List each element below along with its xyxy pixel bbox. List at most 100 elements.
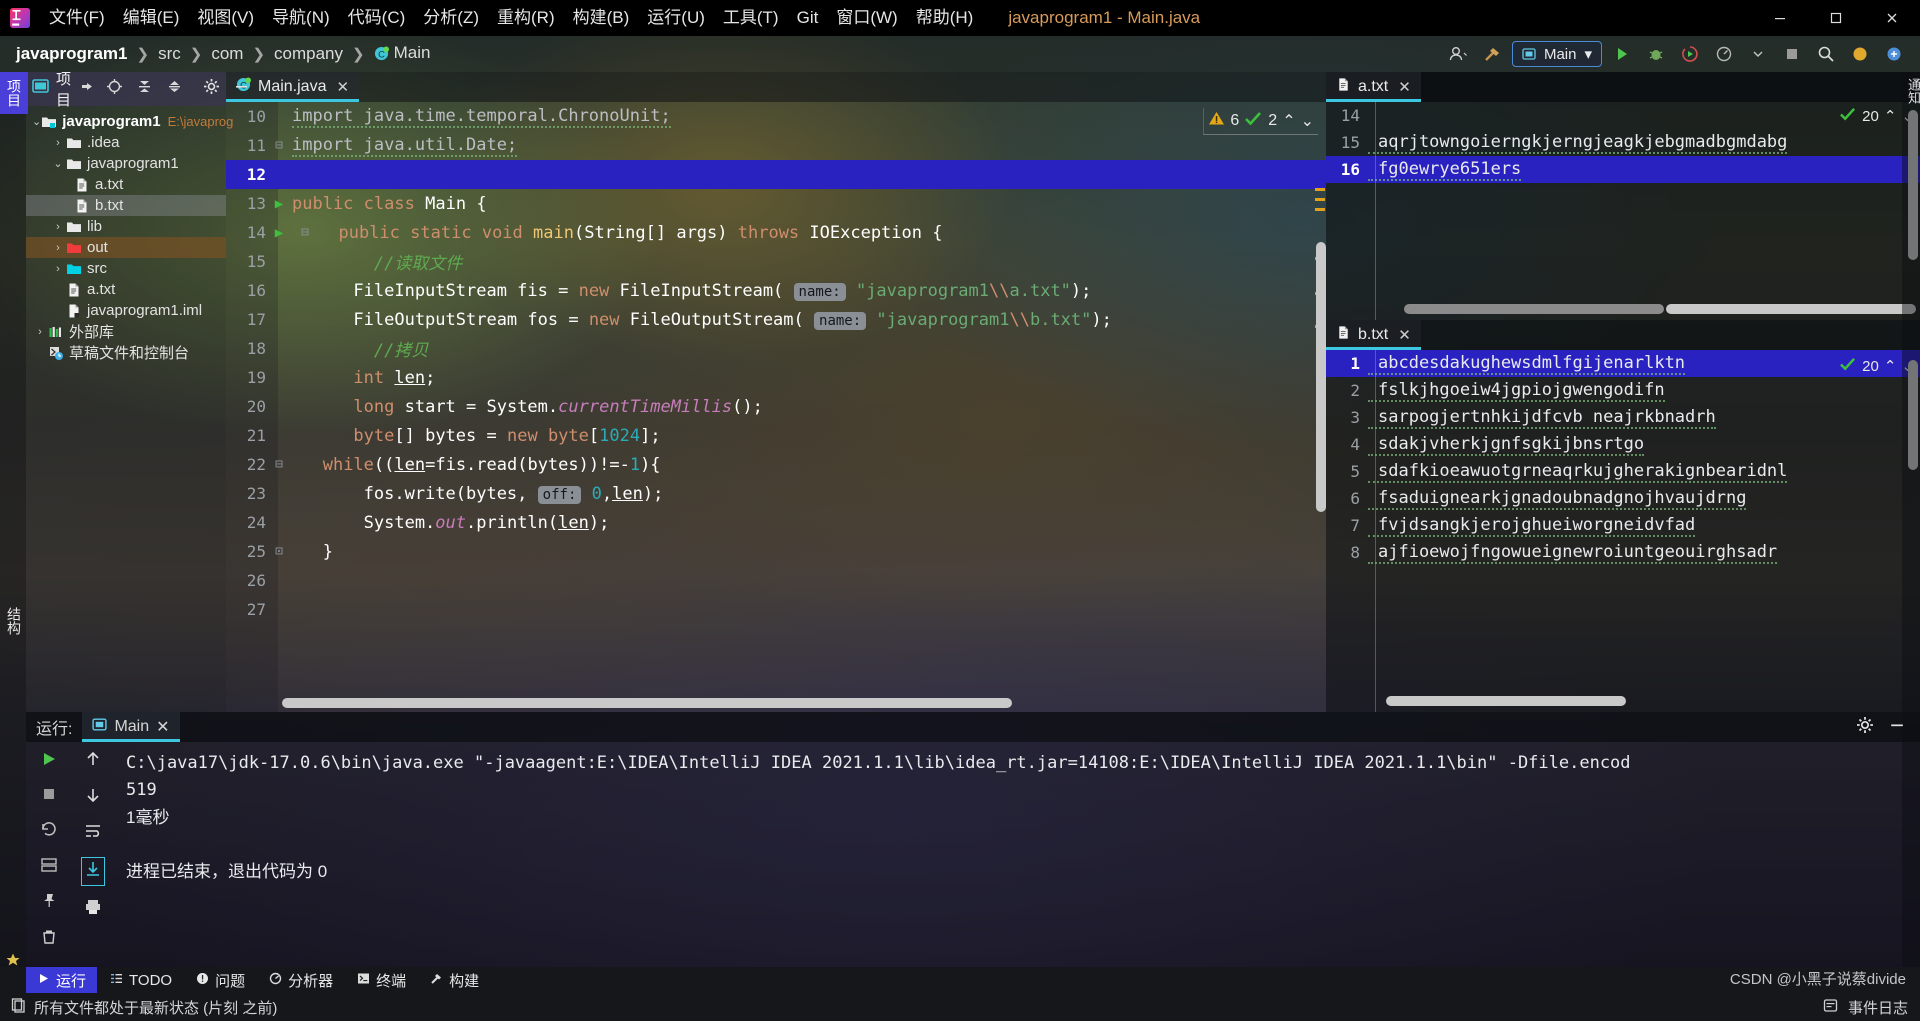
chevron-right-icon[interactable]: › xyxy=(50,263,66,275)
pin-icon[interactable] xyxy=(40,892,58,915)
editor-tab-b-txt[interactable]: b.txt ✕ xyxy=(1326,320,1421,350)
run-tab-main[interactable]: Main ✕ xyxy=(82,712,180,742)
previous-problem-icon[interactable]: ⌃ xyxy=(1884,107,1897,125)
menu-build[interactable]: 构建(B) xyxy=(564,0,639,36)
build-hammer-icon[interactable] xyxy=(1478,41,1506,67)
fold-marker[interactable]: ⊟ xyxy=(266,138,292,153)
trash-icon[interactable] xyxy=(40,928,58,951)
menu-refactor[interactable]: 重构(R) xyxy=(488,0,564,36)
profile-button[interactable] xyxy=(1710,41,1738,67)
event-log-label[interactable]: 事件日志 xyxy=(1848,997,1908,1018)
search-icon[interactable] xyxy=(1812,41,1840,67)
bottom-tab-build[interactable]: 构建 xyxy=(419,967,490,993)
tree-item-external-libraries[interactable]: › 外部库 xyxy=(26,321,226,342)
breadcrumb-item-company[interactable]: company xyxy=(272,44,345,64)
bottom-tab-terminal[interactable]: 终端 xyxy=(346,967,417,993)
chevron-right-icon[interactable]: › xyxy=(50,242,66,254)
bottom-tab-todo[interactable]: TODO xyxy=(99,967,183,993)
run-gutter-icon[interactable]: ▶ xyxy=(266,196,292,212)
rerun-icon[interactable] xyxy=(40,750,58,773)
scroll-down-icon[interactable] xyxy=(84,786,102,809)
menu-window[interactable]: 窗口(W) xyxy=(827,0,906,36)
tree-item-a-txt-root[interactable]: a.txt xyxy=(26,279,226,300)
menu-view[interactable]: 视图(V) xyxy=(188,0,263,36)
hide-panel-icon[interactable] xyxy=(1888,716,1906,739)
bottom-tab-problems[interactable]: 问题 xyxy=(185,967,256,993)
breadcrumb-item-com[interactable]: com xyxy=(209,44,245,64)
tree-item-src[interactable]: › src xyxy=(26,258,226,279)
tree-item-out[interactable]: › out xyxy=(26,237,226,258)
user-avatar-icon[interactable] xyxy=(1444,41,1472,67)
bottom-tab-run[interactable]: 运行 xyxy=(26,967,98,993)
stop-button[interactable] xyxy=(1778,41,1806,67)
breadcrumb-item-project[interactable]: javaprogram1 xyxy=(14,44,130,64)
stop-icon[interactable] xyxy=(41,786,57,807)
layout-icon[interactable] xyxy=(40,856,58,879)
tree-item-lib[interactable]: › lib xyxy=(26,216,226,237)
run-button[interactable] xyxy=(1608,41,1636,67)
chevron-down-icon[interactable]: ⌄ xyxy=(50,157,66,170)
hide-panel-icon[interactable] xyxy=(233,78,250,100)
atxt-horizontal-scrollbar[interactable] xyxy=(1404,304,1664,314)
previous-problem-icon[interactable]: ⌃ xyxy=(1282,111,1295,131)
tool-tab-notifications[interactable]: 通知 xyxy=(1902,72,1920,110)
btxt-body[interactable]: 1 abcdesdakughewsdmlfgijenarlktn 2 fslkj… xyxy=(1326,350,1920,712)
collapse-all-icon[interactable] xyxy=(166,78,183,100)
atxt-horizontal-scrollbar-thumb[interactable] xyxy=(1666,304,1916,314)
expand-all-icon[interactable] xyxy=(136,78,153,100)
run-configuration-selector[interactable]: Main ▾ xyxy=(1511,41,1602,67)
tree-item-a-txt-inner[interactable]: a.txt xyxy=(26,174,226,195)
close-button[interactable] xyxy=(1864,0,1920,36)
menu-tools[interactable]: 工具(T) xyxy=(714,0,788,36)
atxt-body[interactable]: 14 15 aqrjtowngoierngkjerngjeagkjebgmadb… xyxy=(1326,102,1920,320)
tree-item-scratches[interactable]: 草稿文件和控制台 xyxy=(26,342,226,363)
next-problem-icon[interactable]: ⌄ xyxy=(1301,111,1314,131)
rerun-failed-icon[interactable] xyxy=(40,820,58,843)
inspection-widget[interactable]: 6 2 ⌃ ⌄ xyxy=(1203,108,1318,135)
tree-item-iml[interactable]: javaprogram1.iml xyxy=(26,300,226,321)
close-icon[interactable]: ✕ xyxy=(1398,78,1411,96)
breadcrumb-item-main[interactable]: C Main xyxy=(372,43,433,66)
editor-tab-a-txt[interactable]: a.txt ✕ xyxy=(1326,72,1421,102)
console-output[interactable]: C:\java17\jdk-17.0.6\bin\java.exe "-java… xyxy=(114,742,1920,981)
print-icon[interactable] xyxy=(84,898,102,921)
tool-tab-structure[interactable]: 结构 xyxy=(0,600,28,642)
tree-item-b-txt[interactable]: b.txt xyxy=(26,195,226,216)
run-gutter-icon[interactable]: ▶ xyxy=(266,225,292,241)
gear-icon[interactable] xyxy=(203,78,220,100)
tool-tab-project[interactable]: 项目 xyxy=(0,72,28,114)
editor-horizontal-scrollbar[interactable] xyxy=(282,698,1012,708)
menu-code[interactable]: 代码(C) xyxy=(339,0,415,36)
tree-item-javaprogram1[interactable]: ⌄ javaprogram1 E:\javaprog xyxy=(26,111,233,132)
chevron-right-icon[interactable]: › xyxy=(50,137,66,149)
plugin-icon[interactable] xyxy=(1880,41,1908,67)
fold-marker[interactable]: ⊟ xyxy=(266,457,292,472)
scroll-to-end-icon[interactable] xyxy=(81,857,105,886)
run-with-coverage-button[interactable] xyxy=(1676,41,1704,67)
previous-problem-icon[interactable]: ⌃ xyxy=(1884,357,1897,375)
close-icon[interactable]: ✕ xyxy=(1398,326,1411,344)
chevron-right-icon[interactable]: › xyxy=(32,326,48,338)
tree-item-idea[interactable]: › .idea xyxy=(26,132,226,153)
gear-icon[interactable] xyxy=(1856,716,1874,739)
chevron-right-icon[interactable]: › xyxy=(50,221,66,233)
editor-vertical-scrollbar[interactable] xyxy=(1316,242,1326,512)
chevron-down-icon[interactable]: ⌄ xyxy=(32,115,41,128)
locate-file-icon[interactable] xyxy=(106,78,123,100)
bottom-tab-profiler[interactable]: 分析器 xyxy=(258,967,344,993)
code-area[interactable]: 10 import java.time.temporal.ChronoUnit;… xyxy=(226,102,1326,712)
soft-wrap-icon[interactable] xyxy=(84,822,102,845)
menu-file[interactable]: 文件(F) xyxy=(40,0,114,36)
updates-icon[interactable] xyxy=(1846,41,1874,67)
debug-button[interactable] xyxy=(1642,41,1670,67)
close-icon[interactable]: ✕ xyxy=(156,717,169,737)
menu-help[interactable]: 帮助(H) xyxy=(907,0,983,36)
tree-item-javaprogram1-dir[interactable]: ⌄ javaprogram1 xyxy=(26,153,226,174)
menu-navigate[interactable]: 导航(N) xyxy=(263,0,339,36)
btxt-horizontal-scrollbar[interactable] xyxy=(1386,696,1626,706)
close-icon[interactable]: ✕ xyxy=(336,78,349,96)
menu-analyze[interactable]: 分析(Z) xyxy=(414,0,488,36)
breadcrumb-item-src[interactable]: src xyxy=(156,44,183,64)
chevron-down-icon[interactable] xyxy=(1744,41,1772,67)
menu-git[interactable]: Git xyxy=(788,0,828,36)
